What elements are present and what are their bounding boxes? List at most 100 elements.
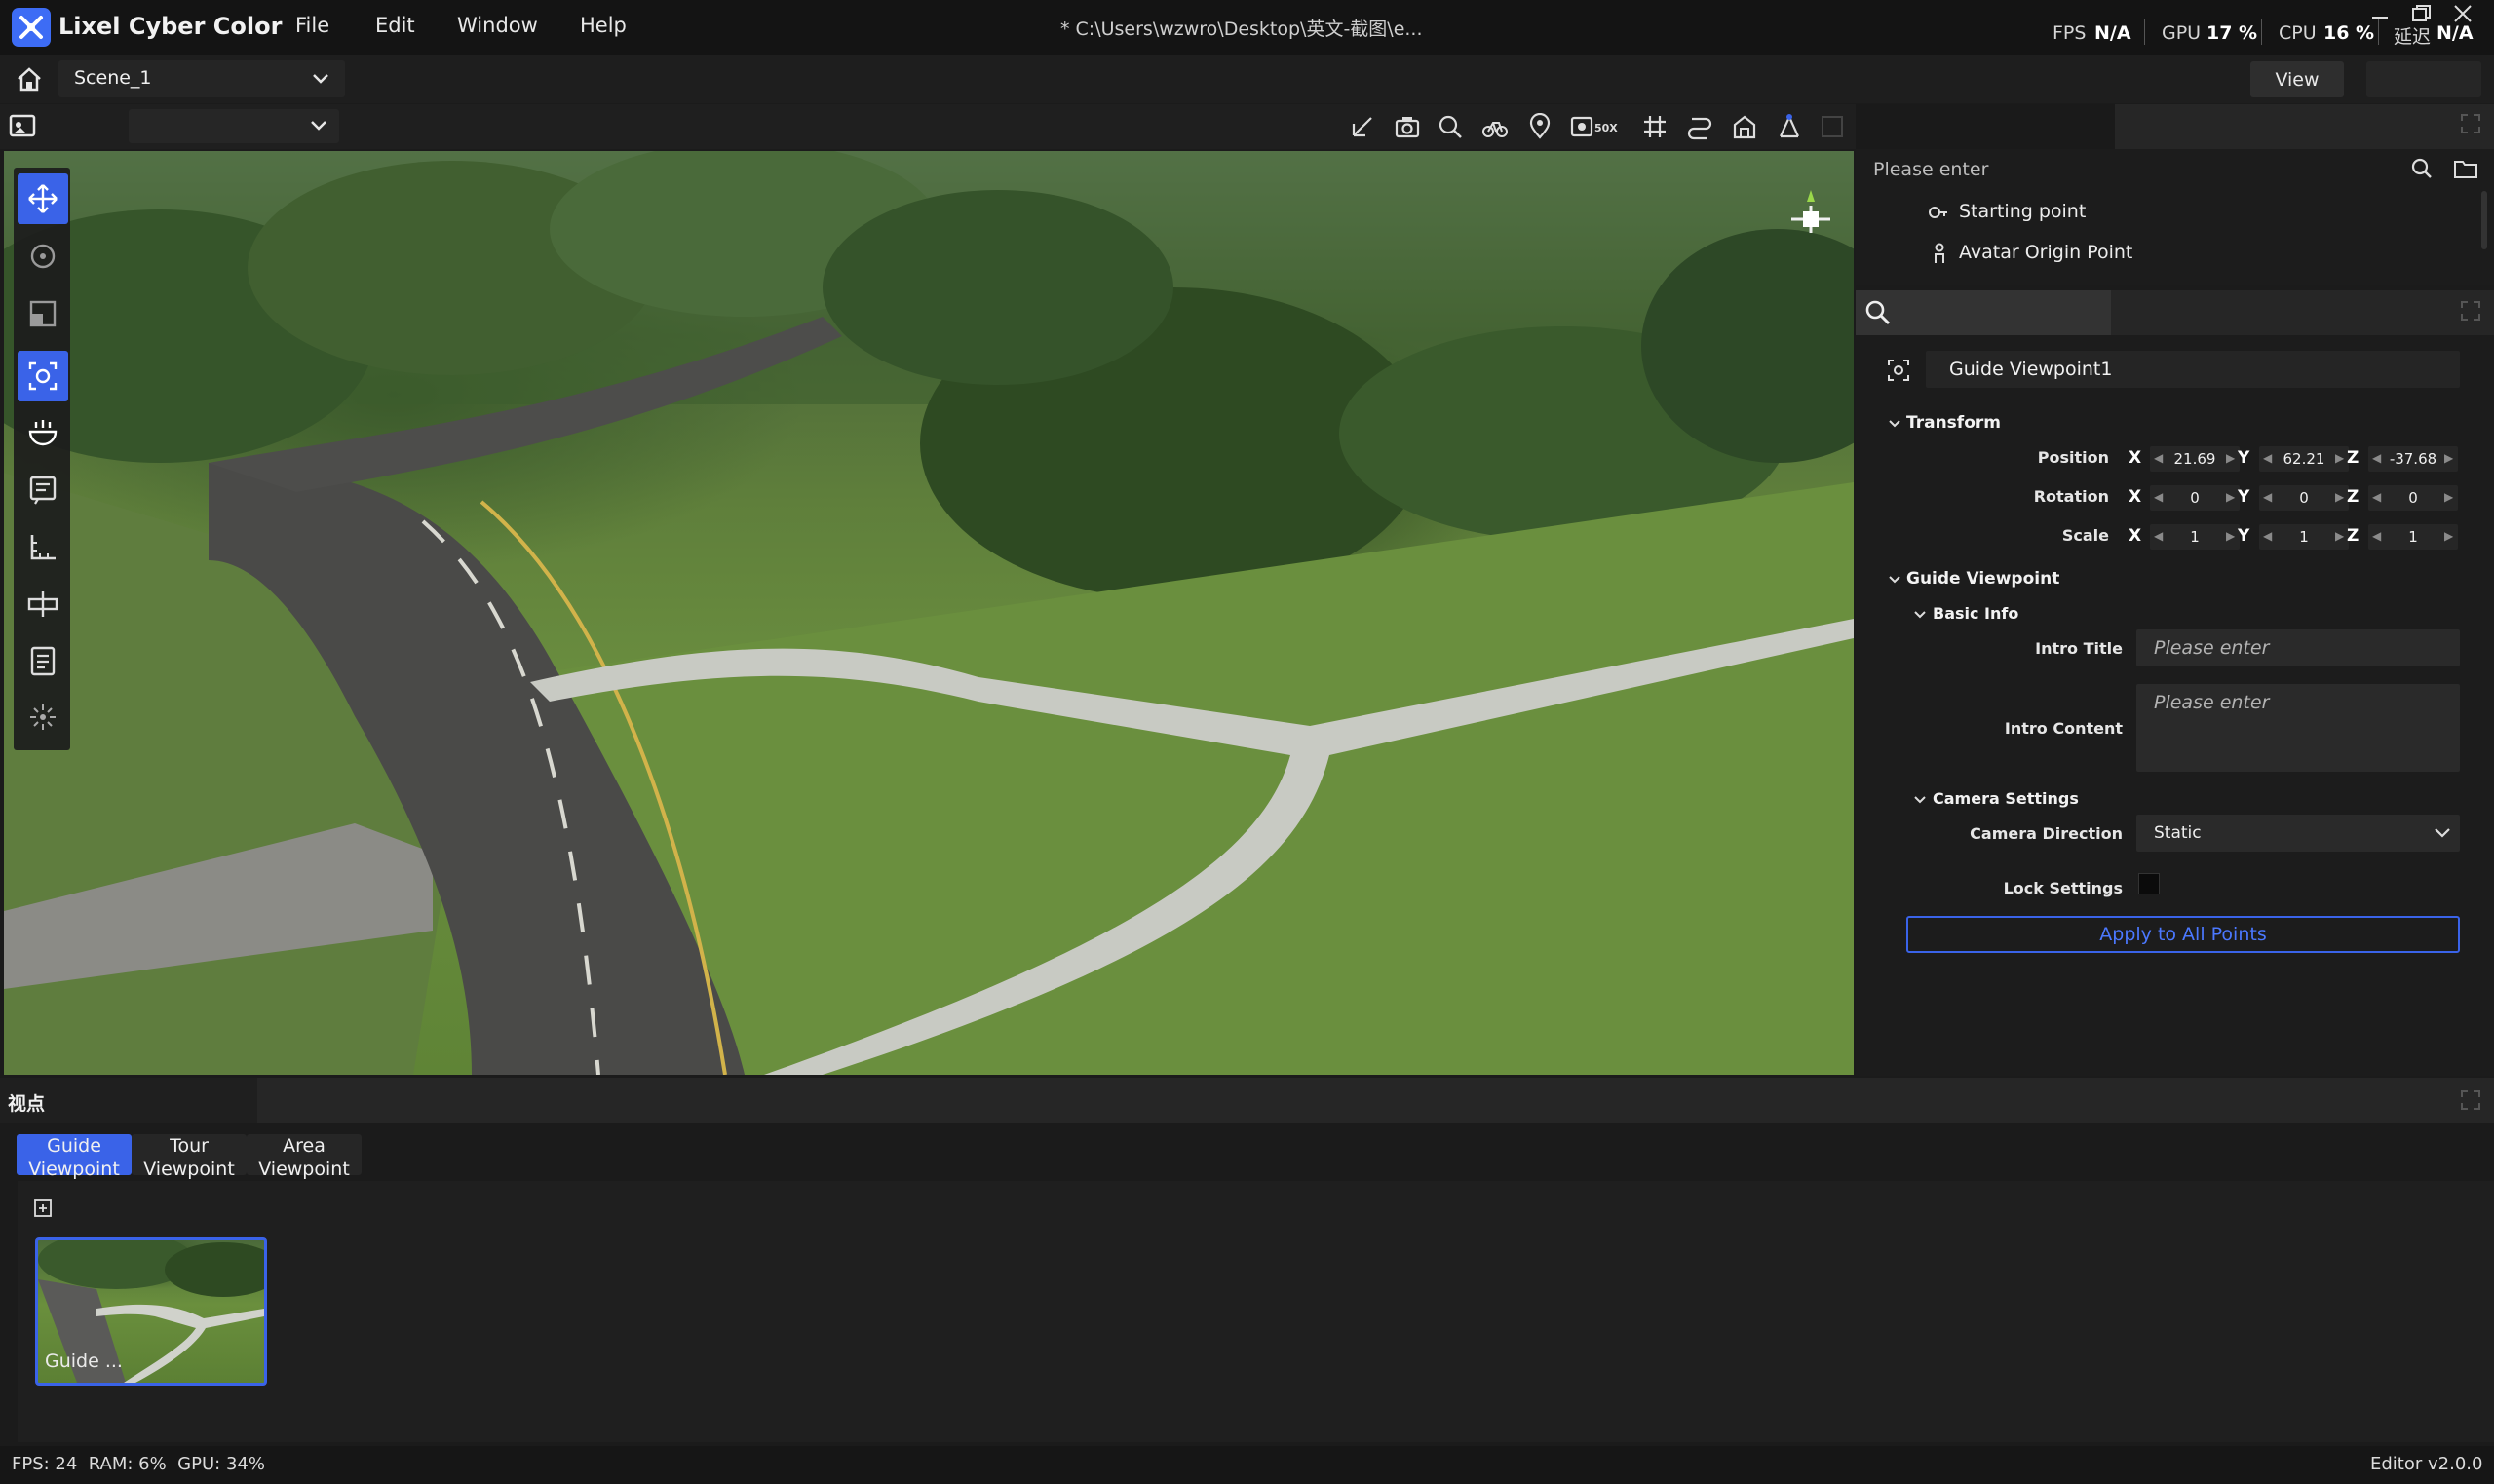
chevron-down-icon[interactable]	[1887, 417, 1902, 431]
viewpoint-tool-button[interactable]	[18, 351, 68, 401]
tab-guide-line2: Viewpoint	[28, 1159, 120, 1180]
camera-settings-header[interactable]: Camera Settings	[1933, 789, 2079, 808]
chevron-down-icon[interactable]	[1887, 573, 1902, 587]
scene-select-value: Scene_1	[74, 67, 152, 89]
increment-arrow-icon[interactable]: ▶	[2226, 529, 2235, 543]
scale-x-axis-label: X	[2129, 526, 2142, 546]
decrement-arrow-icon[interactable]: ◀	[2372, 451, 2381, 465]
3d-viewport[interactable]	[4, 151, 1854, 1075]
expand-panel-icon[interactable]	[2458, 1087, 2483, 1113]
increment-arrow-icon[interactable]: ▶	[2444, 529, 2453, 543]
bike-icon[interactable]	[1479, 111, 1511, 142]
scale-y-value: 1	[2299, 528, 2309, 546]
chevron-down-icon	[310, 69, 331, 89]
decrement-arrow-icon[interactable]: ◀	[2154, 451, 2163, 465]
light-tool-button[interactable]	[18, 692, 68, 742]
avatar-tool-button[interactable]	[18, 407, 68, 458]
ruler-tool-button[interactable]	[18, 522, 68, 573]
status-metrics: FPS: 24 RAM: 6% GPU: 34%	[12, 1454, 265, 1474]
search-view-icon[interactable]	[1435, 111, 1466, 142]
viewport-mode-icon[interactable]	[8, 113, 37, 138]
route-icon[interactable]	[1684, 111, 1715, 142]
annotation-tool-button[interactable]	[18, 465, 68, 515]
add-viewpoint-icon[interactable]	[33, 1199, 53, 1218]
move-tool-button[interactable]	[18, 173, 68, 224]
minimize-icon[interactable]	[2370, 6, 2390, 19]
decrement-arrow-icon[interactable]: ◀	[2263, 490, 2272, 504]
chevron-down-icon[interactable]	[1912, 793, 1928, 807]
view-button[interactable]: View	[2250, 61, 2344, 97]
guide-viewpoint-section-header[interactable]: Guide Viewpoint	[1906, 569, 2059, 589]
measure-icon[interactable]	[1347, 111, 1378, 142]
maximize-icon[interactable]	[2411, 4, 2433, 23]
lock-settings-checkbox[interactable]	[2138, 873, 2160, 894]
secondary-view-button[interactable]	[2366, 61, 2481, 97]
rotate-tool-button[interactable]	[18, 231, 68, 282]
camera-icon[interactable]	[1392, 111, 1423, 142]
decrement-arrow-icon[interactable]: ◀	[2154, 529, 2163, 543]
fps-label: FPS	[2053, 22, 2087, 44]
app-logo-icon	[12, 8, 51, 47]
scale-y-axis-label: Y	[2238, 526, 2250, 546]
decrement-arrow-icon[interactable]: ◀	[2372, 529, 2381, 543]
editor-version: Editor v2.0.0	[2370, 1454, 2483, 1474]
decrement-arrow-icon[interactable]: ◀	[2263, 451, 2272, 465]
basic-info-header[interactable]: Basic Info	[1933, 604, 2018, 623]
folder-icon[interactable]	[2452, 156, 2479, 181]
menu-window[interactable]: Window	[457, 14, 538, 37]
menu-file[interactable]: File	[295, 14, 329, 37]
tree-item-starting-point[interactable]: Starting point	[1959, 201, 2086, 222]
stat-divider	[2144, 19, 2145, 45]
location-pin-icon[interactable]	[1524, 111, 1555, 142]
level-tool-button[interactable]	[18, 579, 68, 629]
menu-edit[interactable]: Edit	[375, 14, 415, 37]
tab-guide-line1: Guide	[47, 1135, 101, 1157]
properties-tab[interactable]	[1856, 290, 2111, 335]
tab-tour-viewpoint[interactable]: Tour Viewpoint	[132, 1134, 247, 1180]
search-icon[interactable]	[1863, 298, 1893, 327]
close-icon[interactable]	[2452, 4, 2474, 23]
speed-50x-icon[interactable]: 50X	[1569, 111, 1626, 142]
grid-icon[interactable]	[1639, 111, 1670, 142]
intro-content-label: Intro Content	[2004, 719, 2123, 738]
expand-panel-icon[interactable]	[2458, 111, 2483, 136]
increment-arrow-icon[interactable]: ▶	[2444, 451, 2453, 465]
building-icon[interactable]	[1729, 111, 1760, 142]
increment-arrow-icon[interactable]: ▶	[2335, 529, 2344, 543]
bottom-tab-bar	[0, 1078, 2494, 1123]
tab-tour-line2: Viewpoint	[143, 1159, 235, 1180]
intro-title-placeholder: Please enter	[2154, 637, 2270, 659]
notes-tool-button[interactable]	[18, 635, 68, 686]
apply-to-all-points-button[interactable]: Apply to All Points	[1906, 916, 2460, 953]
outline-search-placeholder: Please enter	[1873, 159, 1989, 180]
scene-bar	[0, 55, 2494, 103]
decrement-arrow-icon[interactable]: ◀	[2263, 529, 2272, 543]
chevron-down-icon[interactable]	[1912, 608, 1928, 622]
home-icon[interactable]	[14, 64, 45, 94]
scale-x-value: 1	[2190, 528, 2200, 546]
gpu-value: 17 %	[2206, 22, 2258, 44]
tab-guide-viewpoint[interactable]: Guide Viewpoint	[17, 1134, 132, 1180]
rotation-z-axis-label: Z	[2347, 487, 2360, 507]
scale-z-value: 1	[2408, 528, 2418, 546]
increment-arrow-icon[interactable]: ▶	[2226, 451, 2235, 465]
scale-tool-button[interactable]	[18, 288, 68, 339]
outline-scrollbar[interactable]	[2481, 191, 2487, 249]
search-icon[interactable]	[2409, 156, 2435, 181]
chevron-down-icon	[308, 117, 329, 134]
decrement-arrow-icon[interactable]: ◀	[2372, 490, 2381, 504]
latency-label: 延迟	[2394, 26, 2432, 48]
increment-arrow-icon[interactable]: ▶	[2444, 490, 2453, 504]
increment-arrow-icon[interactable]: ▶	[2335, 490, 2344, 504]
tree-item-avatar-origin[interactable]: Avatar Origin Point	[1959, 242, 2132, 263]
increment-arrow-icon[interactable]: ▶	[2226, 490, 2235, 504]
expand-panel-icon[interactable]	[2458, 298, 2483, 323]
position-z-value: -37.68	[2389, 450, 2437, 468]
menu-help[interactable]: Help	[580, 14, 627, 37]
intro-content-placeholder: Please enter	[2154, 692, 2270, 713]
transform-section-header[interactable]: Transform	[1906, 413, 2001, 433]
increment-arrow-icon[interactable]: ▶	[2335, 451, 2344, 465]
tab-area-viewpoint[interactable]: Area Viewpoint	[247, 1134, 362, 1180]
gizmo-icon[interactable]	[1774, 111, 1805, 142]
decrement-arrow-icon[interactable]: ◀	[2154, 490, 2163, 504]
